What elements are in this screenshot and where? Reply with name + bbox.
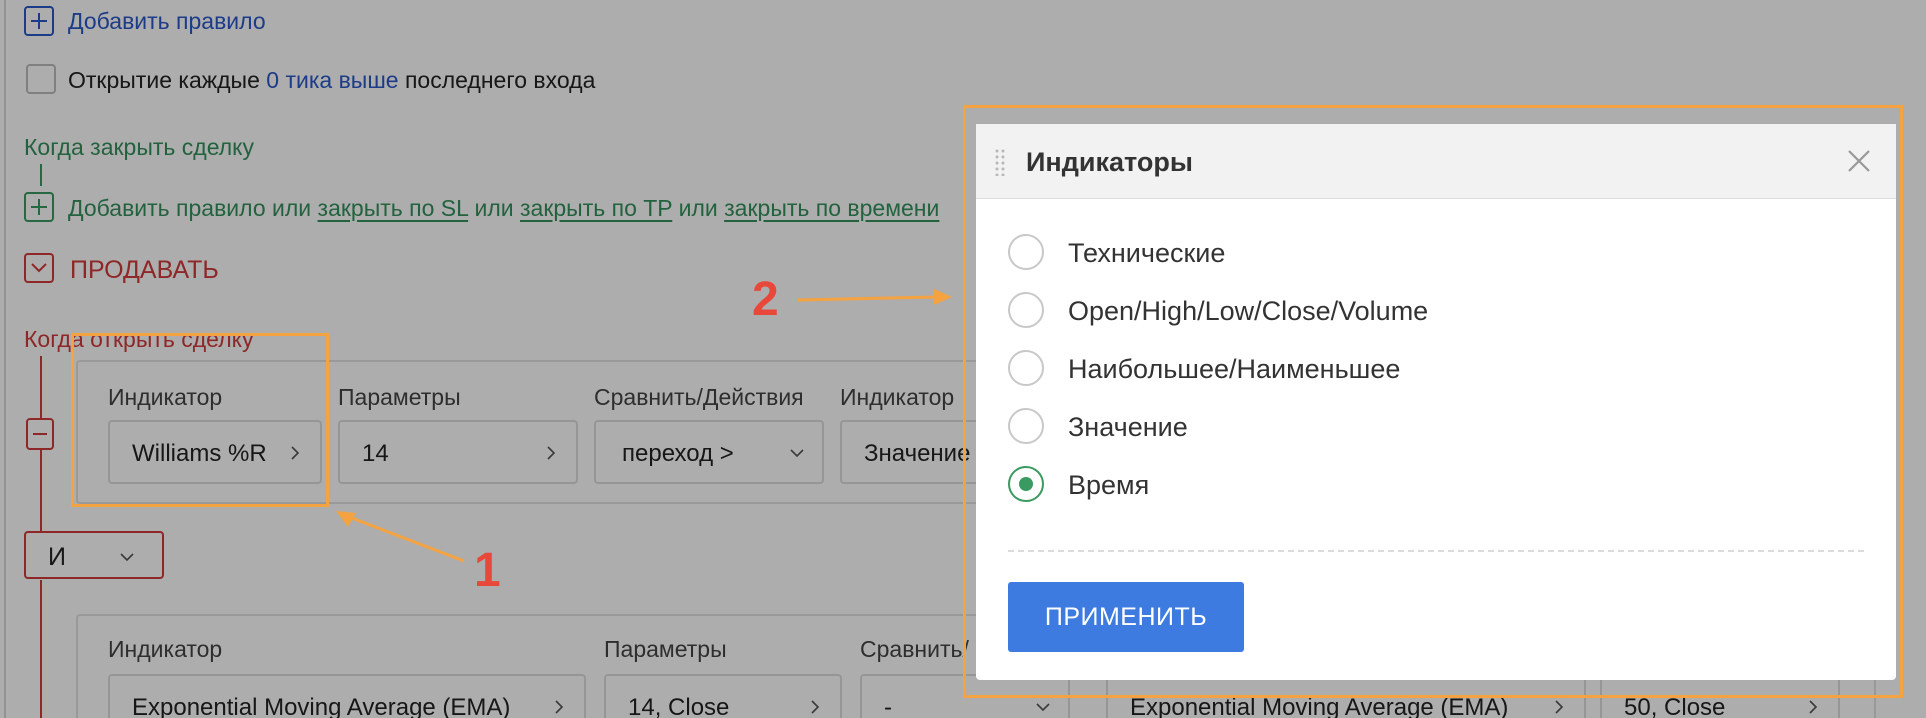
radio-option-ohlcv[interactable]: Open/High/Low/Close/Volume	[1008, 290, 1608, 330]
radio-label: Значение	[1068, 412, 1188, 442]
radio-button[interactable]	[1008, 234, 1044, 270]
radio-button[interactable]	[1008, 350, 1044, 386]
divider	[1008, 550, 1864, 552]
annotation-highlight-1	[71, 333, 329, 507]
radio-option-highest-lowest[interactable]: Наибольшее/Наименьшее	[1008, 348, 1608, 388]
radio-label: Время	[1068, 470, 1150, 500]
indicators-modal: Индикаторы Технические Open/High/Low/Clo…	[976, 124, 1896, 680]
radio-option-value[interactable]: Значение	[1008, 406, 1608, 446]
annotation-arrow-2	[797, 289, 952, 305]
annotation-arrow-1	[336, 511, 465, 563]
radio-button-selected[interactable]	[1008, 466, 1044, 502]
radio-button[interactable]	[1008, 408, 1044, 444]
radio-option-technical[interactable]: Технические	[1008, 232, 1608, 272]
drag-handle-icon[interactable]	[994, 148, 1006, 176]
modal-title: Индикаторы	[1026, 147, 1193, 177]
radio-button[interactable]	[1008, 292, 1044, 328]
radio-label: Технические	[1068, 238, 1226, 268]
apply-button[interactable]: ПРИМЕНИТЬ	[1008, 582, 1244, 652]
radio-label: Наибольшее/Наименьшее	[1068, 354, 1401, 384]
radio-option-time[interactable]: Время	[1008, 464, 1608, 504]
annotation-number-2: 2	[752, 273, 779, 326]
annotation-number-1: 1	[474, 544, 501, 597]
radio-label: Open/High/Low/Close/Volume	[1068, 296, 1429, 326]
close-icon[interactable]	[1846, 148, 1872, 174]
modal-header[interactable]: Индикаторы	[976, 124, 1896, 199]
